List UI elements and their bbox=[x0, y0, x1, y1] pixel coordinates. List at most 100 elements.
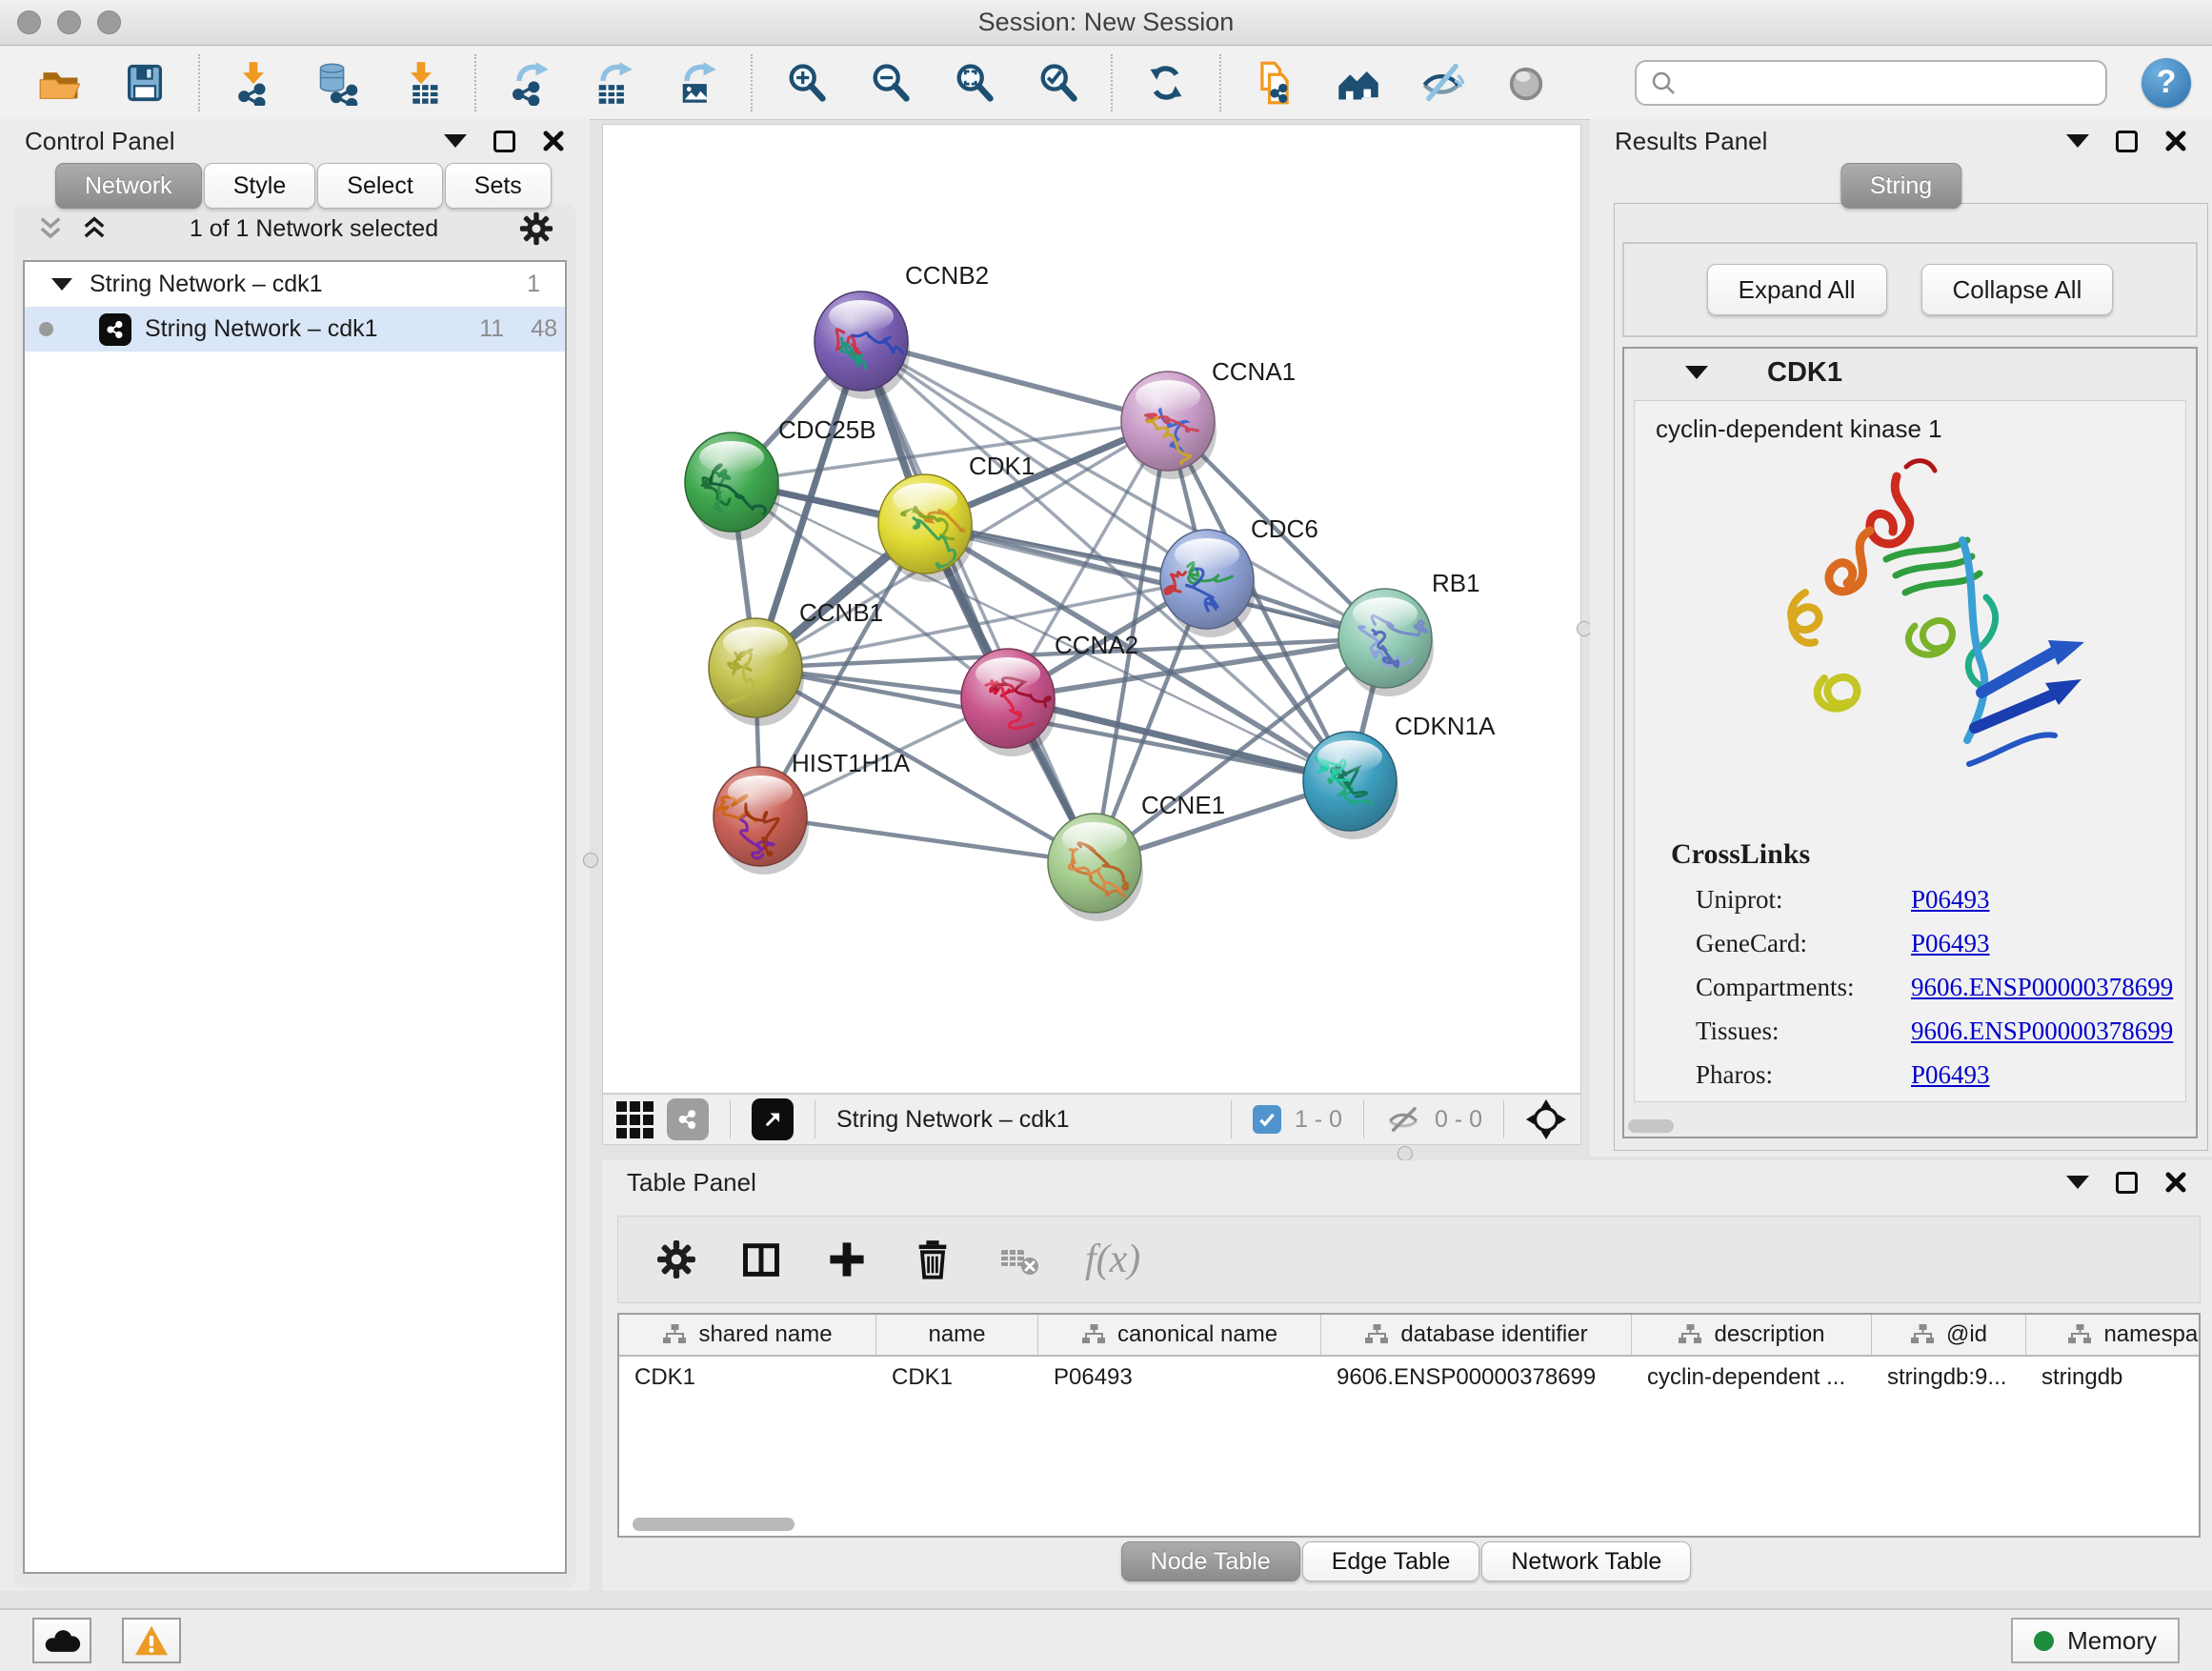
first-neighbors-icon bbox=[1336, 60, 1381, 106]
delete-column-icon[interactable] bbox=[912, 1238, 954, 1280]
tab-network[interactable]: Network bbox=[55, 163, 202, 209]
tab-select[interactable]: Select bbox=[317, 163, 442, 209]
left-splitter-handle[interactable] bbox=[583, 853, 598, 868]
network-icon bbox=[99, 313, 131, 346]
tree-expand-icon[interactable] bbox=[51, 278, 72, 291]
network-node[interactable]: CDKN1A bbox=[1303, 712, 1496, 839]
open-file-button[interactable] bbox=[34, 54, 88, 111]
search-box[interactable] bbox=[1635, 60, 2107, 106]
open-in-new-window-button[interactable] bbox=[752, 1098, 794, 1140]
export-network-button[interactable] bbox=[503, 54, 556, 111]
import-network-database-button[interactable] bbox=[311, 54, 364, 111]
network-node[interactable]: CCNE1 bbox=[1048, 791, 1225, 921]
crosslink-link[interactable]: 9606.ENSP00000378699 bbox=[1911, 973, 2173, 1002]
network-overview-button[interactable] bbox=[667, 1098, 709, 1140]
zoom-in-icon bbox=[783, 60, 829, 106]
close-panel-icon[interactable] bbox=[542, 130, 565, 152]
tab-style[interactable]: Style bbox=[204, 163, 316, 209]
collapse-gene-icon[interactable] bbox=[1685, 366, 1708, 379]
save-session-button[interactable] bbox=[118, 54, 171, 111]
hide-selected-button[interactable] bbox=[1416, 54, 1469, 111]
crosslink-link[interactable]: P06493 bbox=[1911, 929, 1990, 958]
float-panel-icon[interactable] bbox=[2116, 1172, 2138, 1194]
network-node[interactable]: RB1 bbox=[1338, 569, 1480, 696]
close-panel-icon[interactable] bbox=[2164, 1171, 2187, 1194]
help-button[interactable]: ? bbox=[2142, 58, 2191, 108]
crosslink-label: Tissues: bbox=[1671, 1017, 1911, 1046]
column-header-description[interactable]: description bbox=[1632, 1315, 1872, 1355]
warnings-button[interactable] bbox=[122, 1618, 181, 1663]
first-neighbors-button[interactable] bbox=[1332, 54, 1385, 111]
tab-network-table[interactable]: Network Table bbox=[1481, 1541, 1691, 1581]
maximize-window-button[interactable] bbox=[97, 10, 121, 34]
minimize-window-button[interactable] bbox=[57, 10, 81, 34]
column-header-name[interactable]: name bbox=[876, 1315, 1038, 1355]
import-network-file-button[interactable] bbox=[227, 54, 280, 111]
network-collection-row[interactable]: String Network – cdk1 1 bbox=[25, 262, 565, 307]
collapse-all-tree-icon[interactable] bbox=[36, 214, 65, 243]
column-header-database-identifier[interactable]: database identifier bbox=[1321, 1315, 1632, 1355]
delete-table-icon[interactable] bbox=[997, 1240, 1041, 1278]
tab-string[interactable]: String bbox=[1840, 163, 1961, 209]
crosslink-link[interactable]: 9606.ENSP00000378699 bbox=[1911, 1017, 2173, 1046]
memory-button[interactable]: Memory bbox=[2011, 1618, 2180, 1663]
network-edge[interactable] bbox=[760, 816, 1095, 863]
add-column-icon[interactable] bbox=[826, 1238, 868, 1280]
close-panel-icon[interactable] bbox=[2164, 130, 2187, 152]
panel-menu-icon[interactable] bbox=[444, 134, 467, 148]
expand-all-button[interactable]: Expand All bbox=[1707, 264, 1887, 315]
node-label: CDK1 bbox=[969, 452, 1035, 480]
collapse-all-button[interactable]: Collapse All bbox=[1921, 264, 2114, 315]
network-row-selected[interactable]: String Network – cdk1 11 48 bbox=[25, 307, 565, 352]
memory-status-dot bbox=[2034, 1631, 2054, 1651]
birds-eye-view-icon[interactable] bbox=[1525, 1098, 1567, 1140]
search-input[interactable] bbox=[1677, 70, 2092, 96]
export-image-button[interactable] bbox=[671, 54, 724, 111]
table-cell: CDK1 bbox=[619, 1364, 876, 1391]
network-node[interactable]: CCNB2 bbox=[814, 261, 989, 399]
show-columns-icon[interactable] bbox=[740, 1238, 782, 1280]
tab-sets[interactable]: Sets bbox=[445, 163, 552, 209]
close-window-button[interactable] bbox=[17, 10, 41, 34]
column-header-shared-name[interactable]: shared name bbox=[619, 1315, 876, 1355]
network-node[interactable]: CDK1 bbox=[878, 452, 1035, 582]
table-cell: stringdb bbox=[2026, 1364, 2201, 1391]
column-header-namespace[interactable]: namespace bbox=[2026, 1315, 2201, 1355]
zoom-in-button[interactable] bbox=[779, 54, 833, 111]
network-view-canvas[interactable]: CCNB2CCNA1CDC25BCDK1CDC6RB1CCNB1CCNA2CDK… bbox=[602, 124, 1581, 1094]
panel-menu-icon[interactable] bbox=[2066, 134, 2089, 148]
import-table-file-button[interactable] bbox=[394, 54, 448, 111]
table-row[interactable]: CDK1CDK1P064939606.ENSP00000378699cyclin… bbox=[619, 1357, 2199, 1399]
column-header-id[interactable]: @id bbox=[1872, 1315, 2026, 1355]
expand-all-tree-icon[interactable] bbox=[80, 214, 109, 243]
table-settings-gear-icon[interactable] bbox=[656, 1239, 696, 1279]
refresh-button[interactable] bbox=[1139, 54, 1193, 111]
cloud-button[interactable] bbox=[32, 1618, 91, 1663]
selected-items-checkbox[interactable] bbox=[1253, 1105, 1281, 1134]
tab-edge-table[interactable]: Edge Table bbox=[1302, 1541, 1480, 1581]
crosslink-link[interactable]: P06493 bbox=[1911, 885, 1990, 915]
zoom-out-button[interactable] bbox=[863, 54, 916, 111]
show-grid-icon[interactable] bbox=[616, 1101, 654, 1138]
gene-card-header[interactable]: CDK1 bbox=[1624, 349, 2196, 396]
column-source-icon bbox=[1678, 1323, 1702, 1346]
float-panel-icon[interactable] bbox=[2116, 131, 2138, 152]
table-cell: stringdb:9... bbox=[1872, 1364, 2026, 1391]
network-node[interactable]: HIST1H1A bbox=[714, 749, 911, 875]
network-graph[interactable]: CCNB2CCNA1CDC25BCDK1CDC6RB1CCNB1CCNA2CDK… bbox=[603, 125, 1580, 1093]
zoom-fit-button[interactable] bbox=[947, 54, 1000, 111]
panel-menu-icon[interactable] bbox=[2066, 1176, 2089, 1189]
horizontal-splitter-handle[interactable] bbox=[1398, 1146, 1413, 1161]
tab-node-table[interactable]: Node Table bbox=[1121, 1541, 1300, 1581]
float-panel-icon[interactable] bbox=[493, 131, 515, 152]
column-header-canonical-name[interactable]: canonical name bbox=[1038, 1315, 1321, 1355]
export-table-button[interactable] bbox=[587, 54, 640, 111]
show-all-button[interactable] bbox=[1499, 54, 1553, 111]
crosslink-link[interactable]: P06493 bbox=[1911, 1060, 1990, 1090]
clone-network-button[interactable] bbox=[1248, 54, 1301, 111]
results-scrollbar-thumb[interactable] bbox=[1628, 1119, 1674, 1133]
table-hscrollbar-thumb[interactable] bbox=[633, 1518, 794, 1531]
gear-icon[interactable] bbox=[519, 211, 553, 246]
network-node[interactable]: CDC6 bbox=[1160, 514, 1318, 637]
zoom-selected-button[interactable] bbox=[1031, 54, 1084, 111]
